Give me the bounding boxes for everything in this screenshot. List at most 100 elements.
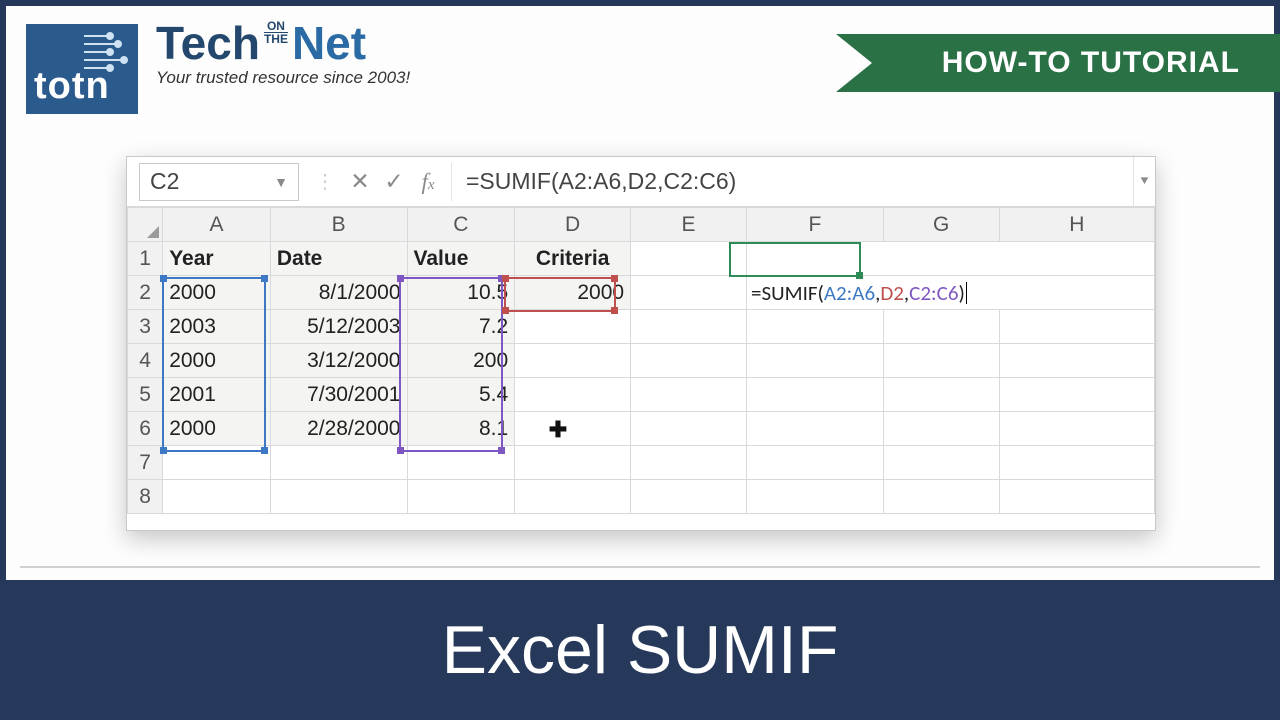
cell-a1[interactable]: Year [163, 242, 271, 276]
cell-b4[interactable]: 3/12/2000 [270, 344, 407, 378]
cell-g3[interactable] [883, 310, 999, 344]
col-header-e[interactable]: E [631, 208, 747, 242]
cell-b3[interactable]: 5/12/2003 [270, 310, 407, 344]
brand-the: THE [264, 32, 288, 45]
cell-d2[interactable]: 2000 [515, 276, 631, 310]
formula-bar-row: C2 ▼ ⋮ ✕ ✓ fx =SUMIF(A2:A6,D2,C2:C6) ⯆ [127, 157, 1155, 207]
cell-b7[interactable] [270, 446, 407, 480]
inline-formula: =SUMIF(A2:A6,D2,C2:C6) [747, 280, 1154, 306]
row-header-5[interactable]: 5 [128, 378, 163, 412]
cell-a7[interactable] [163, 446, 271, 480]
formula-prefix: =SUMIF( [751, 280, 824, 306]
formula-arg2: D2 [880, 280, 904, 306]
cell-h6[interactable] [999, 412, 1154, 446]
divider [20, 566, 1260, 568]
row-header-6[interactable]: 6 [128, 412, 163, 446]
cell-f1[interactable] [747, 242, 1155, 276]
row-header-2[interactable]: 2 [128, 276, 163, 310]
cancel-icon[interactable]: ✕ [343, 168, 377, 195]
cell-g5[interactable] [883, 378, 999, 412]
cell-c7[interactable] [407, 446, 515, 480]
cell-cursor-icon: ✚ [547, 419, 569, 441]
separator: ⋮ [315, 169, 335, 194]
cell-c6[interactable]: 8.1 [407, 412, 515, 446]
row-header-3[interactable]: 3 [128, 310, 163, 344]
cell-a6[interactable]: 2000 [163, 412, 271, 446]
cell-f3[interactable] [747, 310, 884, 344]
cell-d5[interactable] [515, 378, 631, 412]
row-header-8[interactable]: 8 [128, 480, 163, 514]
cell-a5[interactable]: 2001 [163, 378, 271, 412]
cell-h8[interactable] [999, 480, 1154, 514]
col-header-f[interactable]: F [747, 208, 884, 242]
cell-c4[interactable]: 200 [407, 344, 515, 378]
row-header-1[interactable]: 1 [128, 242, 163, 276]
cell-f6[interactable] [747, 412, 884, 446]
formula-arg3: C2:C6 [909, 280, 958, 306]
col-header-d[interactable]: D [515, 208, 631, 242]
cell-e4[interactable] [631, 344, 747, 378]
cell-e8[interactable] [631, 480, 747, 514]
cell-d7[interactable] [515, 446, 631, 480]
cell-e5[interactable] [631, 378, 747, 412]
select-all-corner[interactable] [128, 208, 163, 242]
cell-c3[interactable]: 7.2 [407, 310, 515, 344]
cell-a3[interactable]: 2003 [163, 310, 271, 344]
cell-d8[interactable] [515, 480, 631, 514]
cell-d4[interactable] [515, 344, 631, 378]
cell-c1[interactable]: Value [407, 242, 515, 276]
row-header-7[interactable]: 7 [128, 446, 163, 480]
cell-h4[interactable] [999, 344, 1154, 378]
cell-c2[interactable]: 10.5 [407, 276, 515, 310]
ribbon-label: HOW-TO TUTORIAL [942, 46, 1240, 80]
cell-f5[interactable] [747, 378, 884, 412]
cell-a2[interactable]: 2000 [163, 276, 271, 310]
cell-h5[interactable] [999, 378, 1154, 412]
row-header-4[interactable]: 4 [128, 344, 163, 378]
cell-b2[interactable]: 8/1/2000 [270, 276, 407, 310]
formula-bar-input[interactable]: =SUMIF(A2:A6,D2,C2:C6) [451, 163, 1133, 201]
formula-bar-text: =SUMIF(A2:A6,D2,C2:C6) [466, 168, 736, 195]
cell-e1[interactable] [631, 242, 747, 276]
spreadsheet-grid[interactable]: A B C D E F G H 1 Year Date Value Criter… [127, 207, 1155, 514]
cell-f8[interactable] [747, 480, 884, 514]
col-header-b[interactable]: B [270, 208, 407, 242]
cell-c8[interactable] [407, 480, 515, 514]
col-header-a[interactable]: A [163, 208, 271, 242]
excel-window: C2 ▼ ⋮ ✕ ✓ fx =SUMIF(A2:A6,D2,C2:C6) ⯆ A… [126, 156, 1156, 531]
enter-icon[interactable]: ✓ [377, 168, 411, 195]
cell-b6[interactable]: 2/28/2000 [270, 412, 407, 446]
col-header-g[interactable]: G [883, 208, 999, 242]
cell-b8[interactable] [270, 480, 407, 514]
fx-icon[interactable]: fx [411, 169, 445, 195]
expand-formula-icon[interactable]: ⯆ [1133, 157, 1155, 206]
col-header-c[interactable]: C [407, 208, 515, 242]
cell-h3[interactable] [999, 310, 1154, 344]
cell-f4[interactable] [747, 344, 884, 378]
col-header-h[interactable]: H [999, 208, 1154, 242]
cell-g4[interactable] [883, 344, 999, 378]
cell-g8[interactable] [883, 480, 999, 514]
cell-d1[interactable]: Criteria [515, 242, 631, 276]
cell-f7[interactable] [747, 446, 884, 480]
cell-c5[interactable]: 5.4 [407, 378, 515, 412]
cell-b1[interactable]: Date [270, 242, 407, 276]
cell-a4[interactable]: 2000 [163, 344, 271, 378]
cell-e2[interactable] [631, 276, 747, 310]
cell-a8[interactable] [163, 480, 271, 514]
cell-f2[interactable]: =SUMIF(A2:A6,D2,C2:C6) [747, 276, 1155, 310]
cell-g6[interactable] [883, 412, 999, 446]
brand-pre: Tech [156, 17, 260, 69]
cell-e7[interactable] [631, 446, 747, 480]
name-box[interactable]: C2 ▼ [139, 163, 299, 201]
cell-h7[interactable] [999, 446, 1154, 480]
cell-d3[interactable] [515, 310, 631, 344]
cell-b5[interactable]: 7/30/2001 [270, 378, 407, 412]
brand-post: Net [292, 17, 366, 69]
chevron-down-icon[interactable]: ▼ [274, 174, 288, 190]
cell-g7[interactable] [883, 446, 999, 480]
cell-e3[interactable] [631, 310, 747, 344]
formula-suffix: ) [958, 280, 964, 306]
cell-e6[interactable] [631, 412, 747, 446]
cell-d6[interactable] [515, 412, 631, 446]
